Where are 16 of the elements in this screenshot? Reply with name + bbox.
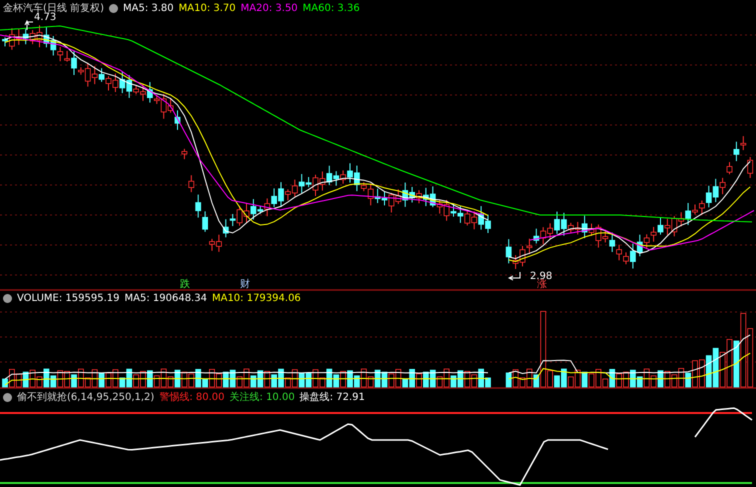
event-marker[interactable]: 跌 [180, 277, 190, 291]
indicator-value: MA20: 3.50 [240, 2, 298, 14]
chart-title: 金杯汽车(日线 前复权) [3, 2, 104, 14]
indicator-value: VOLUME: 159595.19 [17, 293, 120, 304]
high-price-label: 4.73 [34, 12, 56, 23]
indicator-value: 警惕线: 80.00 [159, 390, 225, 404]
indicator-title: 偷不到就抢(6,14,95,250,1,2) [17, 390, 154, 404]
indicator-value: MA60: 3.36 [302, 2, 360, 14]
indicator-value: 操盘线: 72.91 [300, 390, 365, 404]
indicator-value: MA10: 179394.06 [212, 293, 301, 304]
indicator-value: 关注线: 10.00 [230, 390, 295, 404]
event-marker[interactable]: 涨 [537, 277, 547, 291]
event-marker[interactable]: 财 [240, 277, 250, 291]
indicator-value: MA10: 3.70 [178, 2, 236, 14]
indicator-value: MA5: 190648.34 [124, 293, 207, 304]
indicator-value: MA5: 3.80 [122, 2, 174, 14]
